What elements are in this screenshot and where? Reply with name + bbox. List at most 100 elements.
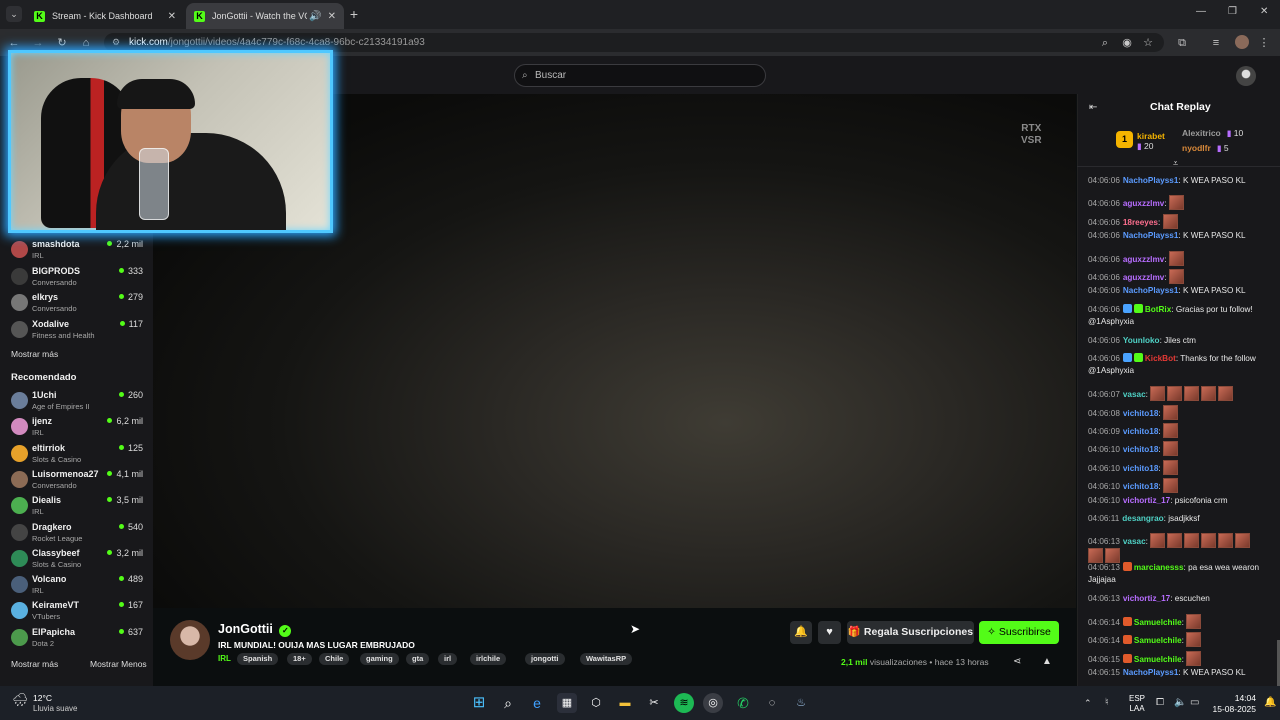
stream-tag[interactable]: 18+ xyxy=(287,653,312,665)
extensions-icon[interactable]: ⧉ xyxy=(1172,33,1192,53)
report-icon[interactable]: ▲ xyxy=(1042,656,1052,667)
tray-chevron-icon[interactable]: ⌃ xyxy=(1084,698,1092,709)
notifications-icon[interactable]: 🔔 xyxy=(1264,697,1276,708)
stream-tag[interactable]: gta xyxy=(406,653,430,665)
sidebar-channel-recommended[interactable]: KeirameVT VTubers 167 xyxy=(11,599,147,623)
app-icon[interactable]: ⬡ xyxy=(586,693,606,713)
menu-dots-icon[interactable]: ⋮ xyxy=(1254,33,1274,53)
stream-tag[interactable]: Chile xyxy=(319,653,350,665)
sidebar-channel-recommended[interactable]: Diealis IRL 3,5 mil xyxy=(11,494,147,518)
sidebar-channel-recommended[interactable]: ElPapicha Dota 2 637 xyxy=(11,626,147,650)
show-more-link-2[interactable]: Mostrar más xyxy=(11,659,58,669)
notification-bell-button[interactable]: 🔔 xyxy=(790,621,812,644)
sidebar-channel-recommended[interactable]: Classybeef Slots & Casino 3,2 mil xyxy=(11,547,147,571)
store-icon[interactable]: ▦ xyxy=(557,693,577,713)
spotify-icon[interactable]: ≋ xyxy=(674,693,694,713)
chat-filter-icon[interactable]: ⩡ xyxy=(1173,158,1178,169)
sidebar-channel-channels[interactable]: smashdota IRL 2,2 mil xyxy=(11,238,147,262)
temperature[interactable]: 12°C xyxy=(33,693,52,703)
chat-username[interactable]: vichito18 xyxy=(1123,464,1159,473)
sidebar-channel-channels[interactable]: elkrys Conversando 279 xyxy=(11,291,147,315)
steam-icon[interactable]: ♨ xyxy=(791,693,811,713)
edge-icon[interactable]: e xyxy=(527,693,547,713)
network-icon[interactable]: ⧠ xyxy=(1156,697,1164,708)
stream-category[interactable]: IRL xyxy=(218,654,231,663)
volume-icon[interactable]: 🔈 xyxy=(1174,697,1186,708)
stream-tag[interactable]: WawitasRP xyxy=(580,653,633,665)
tab-kick-dashboard[interactable]: K Stream - Kick Dashboard ✕ xyxy=(26,3,184,29)
sidebar-channel-recommended[interactable]: Volcano IRL 489 xyxy=(11,573,147,597)
close-tab-icon[interactable]: ✕ xyxy=(328,11,336,22)
chat-username[interactable]: NachoPlayss1 xyxy=(1123,231,1179,240)
minimize-icon[interactable]: — xyxy=(1196,6,1206,17)
battery-icon[interactable]: ▭ xyxy=(1190,697,1199,708)
stream-tag[interactable]: irl xyxy=(438,653,458,665)
leaderboard-entry[interactable]: kirabet ▮ 20 xyxy=(1137,131,1165,151)
close-tab-icon[interactable]: ✕ xyxy=(168,11,176,22)
show-less-link[interactable]: Mostrar Menos xyxy=(90,659,147,669)
chat-username[interactable]: NachoPlayss1 xyxy=(1123,668,1179,677)
media-control-icon[interactable]: ≡ xyxy=(1206,33,1226,53)
chat-username[interactable]: vichortiz_17 xyxy=(1123,594,1170,603)
maximize-icon[interactable]: ❐ xyxy=(1228,6,1237,17)
tab-jongottii-vod[interactable]: K JonGottii - Watch the VOD 🔊 ✕ xyxy=(186,3,344,29)
new-tab-icon[interactable]: + xyxy=(346,6,362,22)
chat-username[interactable]: Samuelchile xyxy=(1134,618,1182,627)
language-indicator[interactable]: ESP LAA xyxy=(1129,694,1145,714)
chat-username[interactable]: 18reeyes xyxy=(1123,218,1158,227)
eye-icon[interactable]: ◉ xyxy=(1117,33,1137,53)
streamer-name[interactable]: JonGottii ✓ xyxy=(218,622,292,637)
leaderboard-entry[interactable]: nyodlfr ▮ 5 xyxy=(1182,143,1229,154)
user-avatar[interactable] xyxy=(1236,66,1256,86)
taskbar-search-icon[interactable]: ⌕ xyxy=(498,693,518,713)
chat-username[interactable]: aguxzzlmv xyxy=(1123,199,1164,208)
sidebar-channel-recommended[interactable]: Dragkero Rocket League 540 xyxy=(11,521,147,545)
collapse-chat-icon[interactable]: ⇤ xyxy=(1089,102,1097,113)
sidebar-channel-recommended[interactable]: eltirriok Slots & Casino 125 xyxy=(11,442,147,466)
chat-username[interactable]: Samuelchile xyxy=(1134,655,1182,664)
search-input[interactable]: ⌕ Buscar xyxy=(514,64,766,87)
chat-username[interactable]: vichito18 xyxy=(1123,445,1159,454)
chat-username[interactable]: BotRix xyxy=(1145,305,1171,314)
chat-username[interactable]: Samuelchile xyxy=(1134,636,1182,645)
stream-tag[interactable]: jongotti xyxy=(525,653,565,665)
streamer-avatar[interactable] xyxy=(170,620,210,660)
bookmark-star-icon[interactable]: ☆ xyxy=(1138,33,1158,53)
chrome-icon[interactable]: ◎ xyxy=(703,693,723,713)
snipping-tool-icon[interactable]: ✂ xyxy=(644,693,664,713)
chat-username[interactable]: KickBot xyxy=(1145,354,1176,363)
share-icon[interactable]: ⋖ xyxy=(1013,656,1021,667)
file-explorer-icon[interactable]: ▬ xyxy=(615,693,635,713)
tab-search-icon[interactable]: ⌄ xyxy=(6,6,22,22)
chat-username[interactable]: NachoPlayss1 xyxy=(1123,176,1179,185)
sidebar-channel-recommended[interactable]: Luisormenoa27 Conversando 4,1 mil xyxy=(11,468,147,492)
chat-username[interactable]: vichito18 xyxy=(1123,409,1159,418)
chat-username[interactable]: aguxzzlmv xyxy=(1123,255,1164,264)
profile-avatar[interactable] xyxy=(1235,35,1249,49)
sidebar-channel-channels[interactable]: Xodalive Fitness and Health 117 xyxy=(11,318,147,342)
chat-username[interactable]: desangrao xyxy=(1122,514,1163,523)
sidebar-channel-channels[interactable]: BIGPRODS Conversando 333 xyxy=(11,265,147,289)
chat-username[interactable]: vichortiz_17 xyxy=(1123,496,1170,505)
stream-tag[interactable]: Spanish xyxy=(237,653,279,665)
chat-username[interactable]: aguxzzlmv xyxy=(1123,273,1164,282)
recorder-icon[interactable]: ◌ xyxy=(762,693,782,713)
stream-tag[interactable]: irlchile xyxy=(470,653,507,665)
gift-subscriptions-button[interactable]: 🎁 Regala Suscripciones xyxy=(847,621,974,644)
show-more-link[interactable]: Mostrar más xyxy=(11,349,58,359)
speaker-icon[interactable]: 🔊 xyxy=(309,11,321,22)
clock[interactable]: 14:04 15-08-2025 xyxy=(1208,693,1256,715)
chat-username[interactable]: vasac xyxy=(1123,390,1146,399)
microphone-icon[interactable]: ♮ xyxy=(1105,697,1109,708)
chat-username[interactable]: vasac xyxy=(1123,537,1146,546)
chat-username[interactable]: marcianesss xyxy=(1134,563,1184,572)
subscribe-button[interactable]: ✧ Suscribirse xyxy=(979,621,1059,644)
close-window-icon[interactable]: ✕ xyxy=(1260,6,1268,17)
stream-tag[interactable]: gaming xyxy=(360,653,399,665)
follow-heart-button[interactable]: ♥ xyxy=(818,621,841,644)
sidebar-channel-recommended[interactable]: 1Uchi Age of Empires II 260 xyxy=(11,389,147,413)
leaderboard-entry[interactable]: Alexitrico ▮ 10 xyxy=(1182,128,1243,139)
chat-username[interactable]: NachoPlayss1 xyxy=(1123,286,1179,295)
chat-username[interactable]: Younloko xyxy=(1123,336,1160,345)
chat-username[interactable]: vichito18 xyxy=(1123,482,1159,491)
